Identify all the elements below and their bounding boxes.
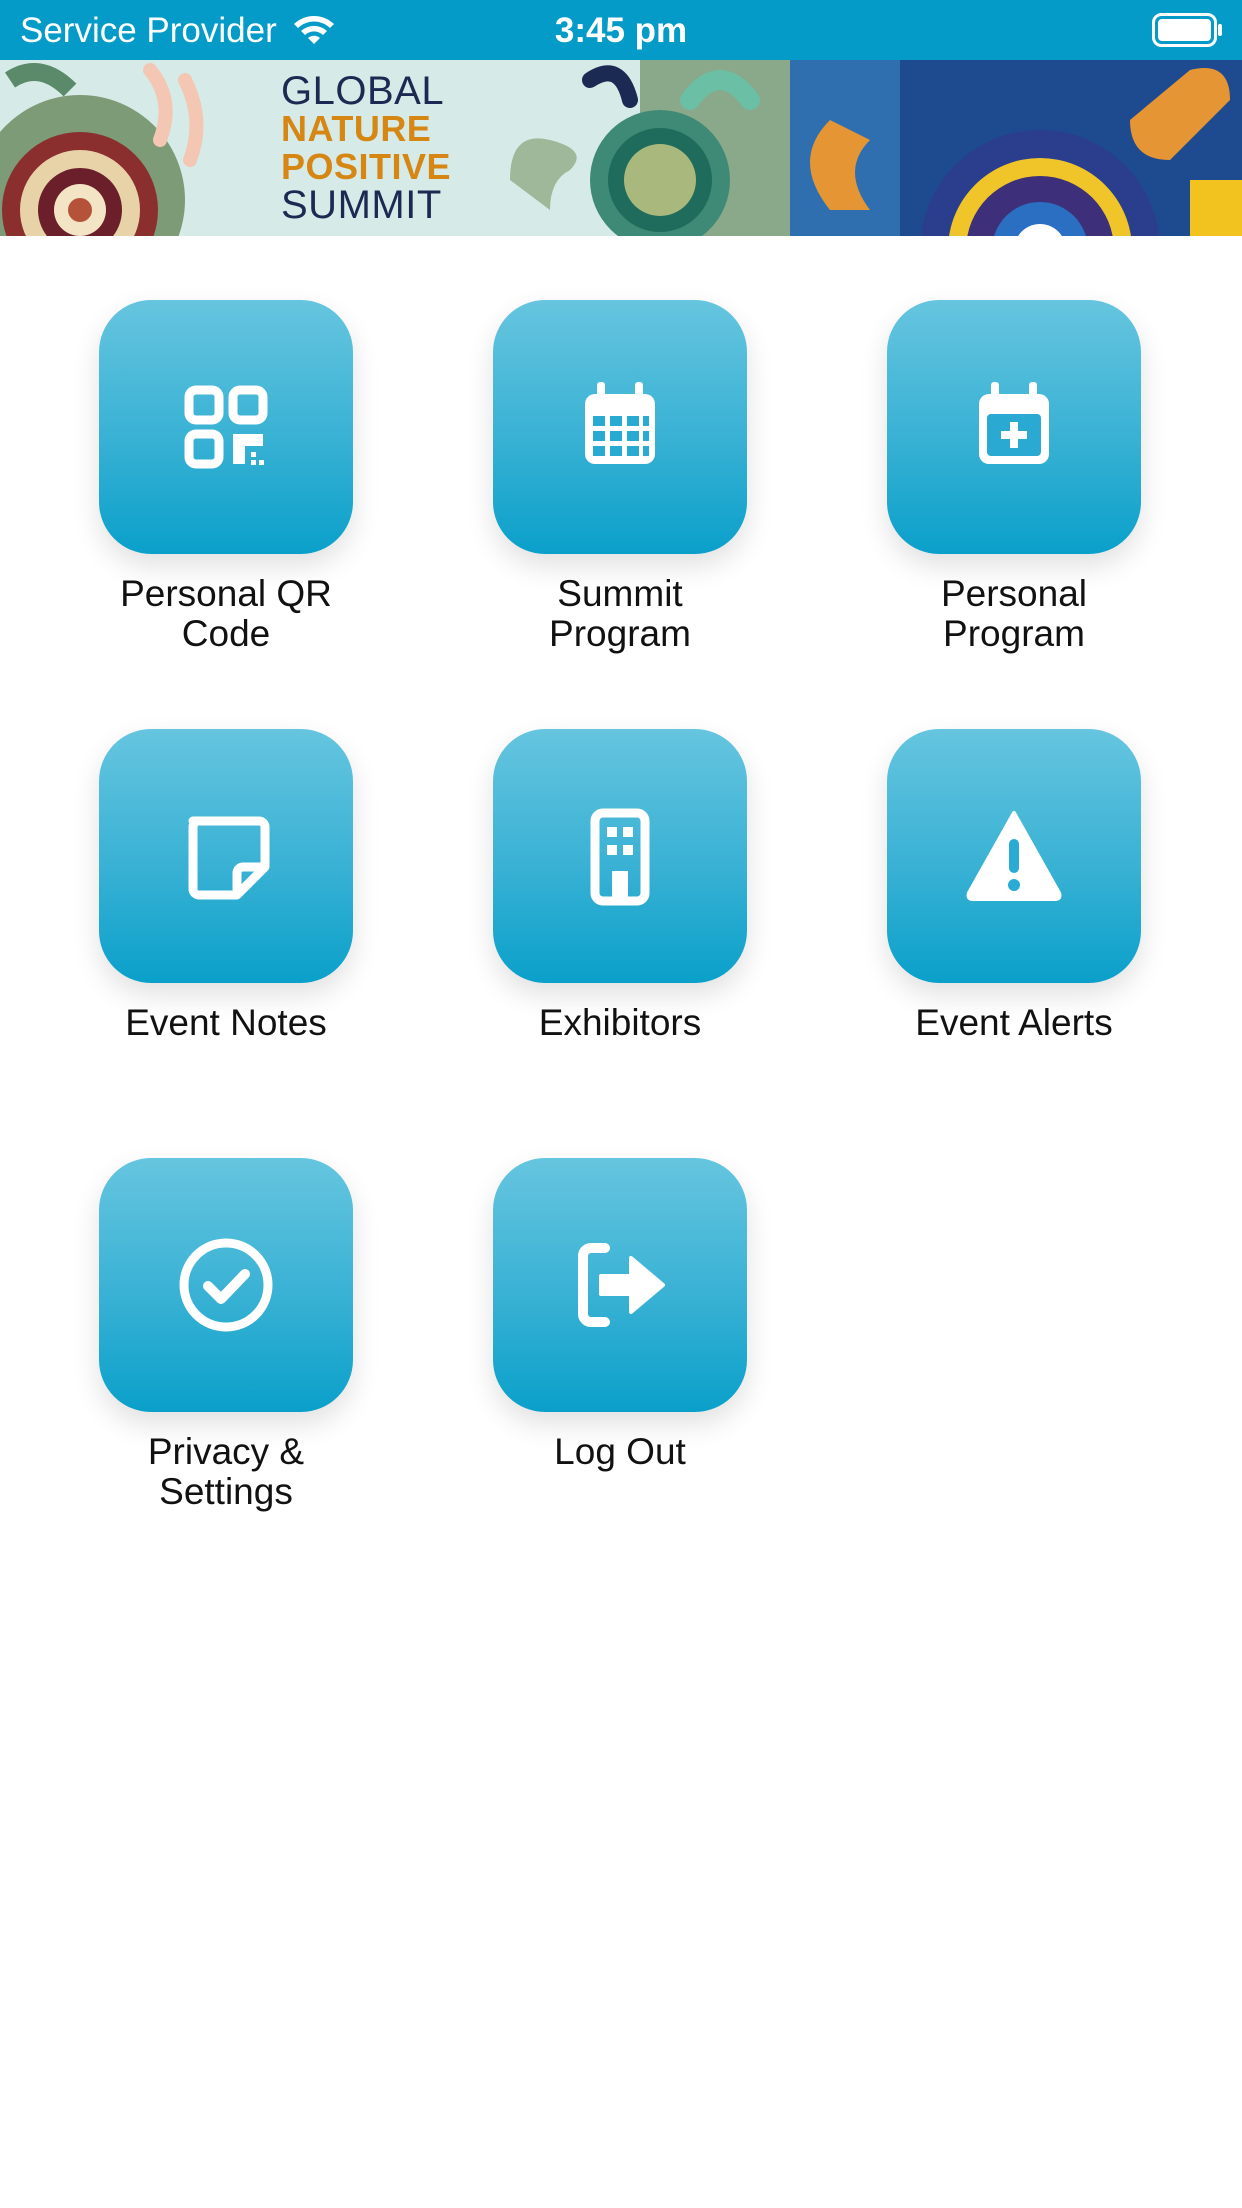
logout-icon	[578, 1243, 665, 1327]
summit-program-button[interactable]	[493, 300, 747, 554]
tile-label: Privacy & Settings	[147, 1431, 305, 1512]
calendar-icon	[585, 382, 655, 464]
sticky-note-icon	[188, 816, 270, 900]
exhibitors-button[interactable]	[493, 729, 747, 983]
menu-tile-privacy-settings[interactable]: Privacy & Settings	[76, 1158, 376, 1512]
privacy-settings-button[interactable]	[99, 1158, 353, 1412]
menu-tile-exhibitors[interactable]: Exhibitors	[470, 729, 770, 1043]
menu-tile-personal-qr-code[interactable]: Personal QR Code	[76, 300, 376, 654]
tile-label: Personal QR Code	[120, 573, 332, 654]
tile-label: Log Out	[554, 1431, 686, 1472]
event-notes-button[interactable]	[99, 729, 353, 983]
calendar-plus-icon	[979, 382, 1049, 464]
personal-program-button[interactable]	[887, 300, 1141, 554]
warning-icon	[966, 811, 1062, 901]
menu-grid: Personal QR Code Summit Program Personal…	[0, 0, 1242, 2208]
tile-label: Summit Program	[549, 573, 691, 654]
tile-label: Event Notes	[125, 1002, 327, 1043]
tile-label: Event Alerts	[915, 1002, 1113, 1043]
tile-label: Personal Program	[940, 573, 1088, 654]
menu-tile-summit-program[interactable]: Summit Program	[470, 300, 770, 654]
personal-qr-code-button[interactable]	[99, 300, 353, 554]
log-out-button[interactable]	[493, 1158, 747, 1412]
menu-tile-event-notes[interactable]: Event Notes	[76, 729, 376, 1043]
event-alerts-button[interactable]	[887, 729, 1141, 983]
qr-code-icon	[184, 385, 268, 469]
building-icon	[590, 808, 650, 906]
check-circle-icon	[179, 1238, 273, 1332]
tile-label: Exhibitors	[538, 1002, 702, 1043]
menu-tile-event-alerts[interactable]: Event Alerts	[864, 729, 1164, 1043]
menu-tile-log-out[interactable]: Log Out	[470, 1158, 770, 1472]
menu-tile-personal-program[interactable]: Personal Program	[864, 300, 1164, 654]
